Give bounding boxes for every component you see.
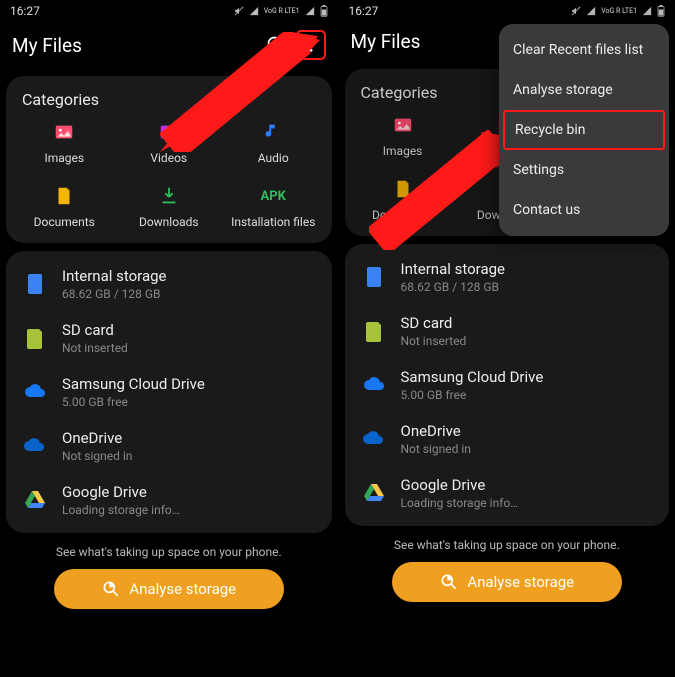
samsung-cloud-icon <box>361 372 387 398</box>
storage-google-drive[interactable]: Google DriveLoading storage info… <box>349 466 666 520</box>
image-icon <box>51 119 77 145</box>
status-icons: VoG R LTE1 <box>571 5 665 17</box>
download-icon <box>156 183 182 209</box>
analyse-button[interactable]: Analyse storage <box>392 562 622 602</box>
categories-title: Categories <box>12 88 326 119</box>
analyse-icon <box>439 572 459 592</box>
phone-storage-icon <box>22 271 48 297</box>
analyse-icon <box>101 579 121 599</box>
image-icon <box>390 112 416 138</box>
more-vert-icon <box>302 36 320 54</box>
apk-icon: APK <box>260 183 286 209</box>
footer-text: See what's taking up space on your phone… <box>0 545 338 559</box>
sdcard-icon <box>361 318 387 344</box>
storage-samsung-cloud[interactable]: Samsung Cloud Drive5.00 GB free <box>10 365 328 419</box>
audio-icon <box>260 119 286 145</box>
storage-onedrive[interactable]: OneDriveNot signed in <box>10 419 328 473</box>
menu-recycle-bin[interactable]: Recycle bin <box>503 110 665 150</box>
more-button[interactable] <box>296 30 326 60</box>
document-icon <box>390 176 416 202</box>
video-icon <box>156 119 182 145</box>
storage-card: Internal storage68.62 GB / 128 GB SD car… <box>6 251 332 533</box>
category-documents[interactable]: Documents <box>12 183 117 229</box>
footer-text: See what's taking up space on your phone… <box>339 538 675 552</box>
storage-sdcard[interactable]: SD cardNot inserted <box>10 311 328 365</box>
document-icon <box>51 183 77 209</box>
category-audio[interactable]: Audio <box>221 119 326 165</box>
category-apk[interactable]: APK Installation files <box>221 183 326 229</box>
storage-samsung-cloud[interactable]: Samsung Cloud Drive5.00 GB free <box>349 358 666 412</box>
status-time: 16:27 <box>10 4 40 18</box>
storage-google-drive[interactable]: Google DriveLoading storage info… <box>10 473 328 527</box>
status-icons: VoG R LTE1 <box>234 5 328 17</box>
menu-analyse-storage[interactable]: Analyse storage <box>499 70 669 110</box>
googledrive-icon <box>22 487 48 513</box>
samsung-cloud-icon <box>22 379 48 405</box>
menu-settings[interactable]: Settings <box>499 150 669 190</box>
menu-clear-recent[interactable]: Clear Recent files list <box>499 30 669 70</box>
statusbar: 16:27 VoG R LTE1 <box>339 0 675 22</box>
search-icon[interactable] <box>266 35 286 55</box>
storage-card: Internal storage68.62 GB / 128 GB SD car… <box>345 244 670 526</box>
phone-right: 16:27 VoG R LTE1 My Files Categories Ima… <box>338 0 675 677</box>
statusbar: 16:27 VoG R LTE1 <box>0 0 338 22</box>
phone-storage-icon <box>361 264 387 290</box>
googledrive-icon <box>361 480 387 506</box>
storage-internal[interactable]: Internal storage68.62 GB / 128 GB <box>10 257 328 311</box>
storage-internal[interactable]: Internal storage68.62 GB / 128 GB <box>349 250 666 304</box>
categories-card: Categories Images Videos Audio Documents… <box>6 76 332 243</box>
analyse-button[interactable]: Analyse storage <box>54 569 284 609</box>
category-downloads[interactable]: Downloads <box>117 183 222 229</box>
category-images[interactable]: Images <box>351 112 455 158</box>
sdcard-icon <box>22 325 48 351</box>
category-images[interactable]: Images <box>12 119 117 165</box>
category-documents[interactable]: Documents <box>351 176 455 222</box>
menu-contact-us[interactable]: Contact us <box>499 190 669 230</box>
page-title: My Files <box>12 34 266 57</box>
overflow-menu: Clear Recent files list Analyse storage … <box>499 24 669 236</box>
status-time: 16:27 <box>349 4 379 18</box>
storage-onedrive[interactable]: OneDriveNot signed in <box>349 412 666 466</box>
onedrive-icon <box>22 433 48 459</box>
phone-left: 16:27 VoG R LTE1 My Files Categories Ima… <box>0 0 338 677</box>
header: My Files <box>0 22 338 72</box>
onedrive-icon <box>361 426 387 452</box>
storage-sdcard[interactable]: SD cardNot inserted <box>349 304 666 358</box>
category-videos[interactable]: Videos <box>117 119 222 165</box>
